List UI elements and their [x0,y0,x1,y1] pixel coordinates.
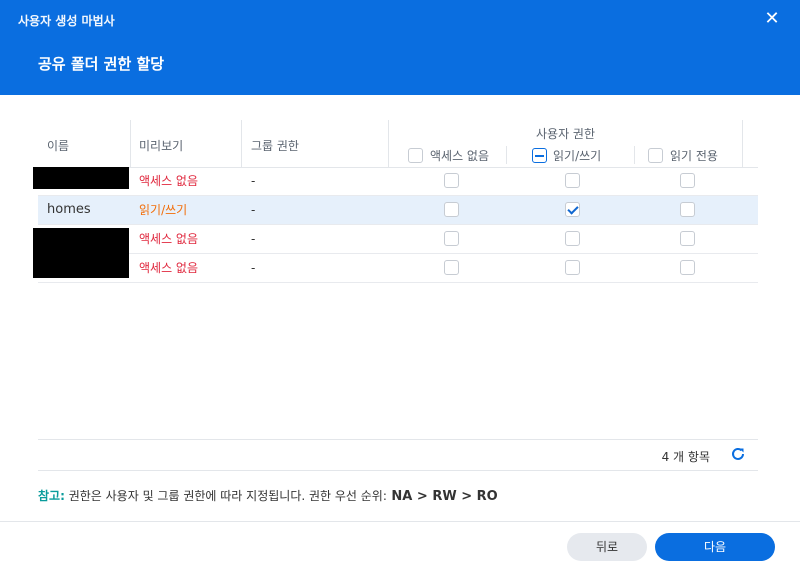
read-write-checkbox[interactable] [565,202,580,217]
column-group-permission[interactable]: 그룹 권한 [251,137,299,154]
column-divider [241,120,242,167]
select-all-read-write-checkbox[interactable] [532,148,547,163]
preview-value: 액세스 없음 [139,232,199,246]
refresh-icon[interactable] [730,446,746,462]
column-name[interactable]: 이름 [47,137,69,154]
read-only-checkbox[interactable] [680,202,695,217]
read-write-checkbox[interactable] [565,260,580,275]
item-count: 4 개 항목 [661,450,710,464]
no-access-checkbox[interactable] [444,231,459,246]
column-user-permission: 사용자 권한 [535,127,595,141]
read-only-checkbox[interactable] [680,260,695,275]
header-no-access-label: 액세스 없음 [430,149,490,163]
preview-value: 읽기/쓰기 [139,203,188,217]
group-permission-value: - [251,261,256,275]
no-access-checkbox[interactable] [444,202,459,217]
wizard-window: 사용자 생성 마법사 ✕ 공유 폴더 권한 할당 이름 미리보기 그룹 권한 사… [0,0,800,570]
read-write-checkbox[interactable] [565,173,580,188]
close-icon[interactable]: ✕ [762,9,782,29]
page-title: 공유 폴더 권한 할당 [38,55,165,73]
read-only-checkbox[interactable] [680,231,695,246]
header-read-write[interactable]: 읽기/쓰기 [532,147,601,164]
read-write-checkbox[interactable] [565,231,580,246]
permission-table: 이름 미리보기 그룹 권한 사용자 권한 액세스 없음 읽기/쓰기 읽기 전용 [33,120,758,440]
table-row[interactable]: 액세스 없음 - [33,167,758,196]
window-title: 사용자 생성 마법사 [18,14,115,28]
table-row[interactable]: homes 읽기/쓰기 - [38,196,758,225]
header-read-only-label: 읽기 전용 [670,149,718,163]
wizard-header: 사용자 생성 마법사 ✕ 공유 폴더 권한 할당 [0,0,800,95]
table-header: 이름 미리보기 그룹 권한 사용자 권한 액세스 없음 읽기/쓰기 읽기 전용 [38,120,758,168]
column-preview[interactable]: 미리보기 [139,137,183,154]
no-access-checkbox[interactable] [444,173,459,188]
column-divider [634,146,635,164]
preview-value: 액세스 없음 [139,174,199,188]
note-text: 권한은 사용자 및 그룹 권한에 따라 지정됩니다. 권한 우선 순위: [64,489,387,503]
no-access-checkbox[interactable] [444,260,459,275]
permission-note: 참고: 권한은 사용자 및 그룹 권한에 따라 지정됩니다. 권한 우선 순위:… [38,487,498,504]
table-row[interactable]: 액세스 없음 - [33,225,758,278]
group-permission-value: - [251,232,256,246]
column-divider [130,120,131,167]
shared-folder-name: homes [47,202,91,217]
wizard-footer: 뒤로 다음 [0,521,800,571]
column-divider [742,120,743,167]
preview-value: 액세스 없음 [139,261,199,275]
header-read-write-label: 읽기/쓰기 [553,149,602,163]
note-label: 참고: [38,489,65,503]
group-permission-value: - [251,174,256,188]
table-footer: 4 개 항목 [38,439,758,471]
header-no-access[interactable]: 액세스 없음 [408,147,489,164]
table-row[interactable]: 액세스 없음 - [38,254,758,283]
select-all-read-only-checkbox[interactable] [648,148,663,163]
select-all-no-access-checkbox[interactable] [408,148,423,163]
back-button[interactable]: 뒤로 [567,533,647,561]
read-only-checkbox[interactable] [680,173,695,188]
column-divider [506,146,507,164]
priority-sequence: NA > RW > RO [386,489,498,504]
group-permission-value: - [251,203,256,217]
header-read-only[interactable]: 읽기 전용 [648,147,718,164]
redacted-name [33,167,129,189]
next-button[interactable]: 다음 [655,533,775,561]
